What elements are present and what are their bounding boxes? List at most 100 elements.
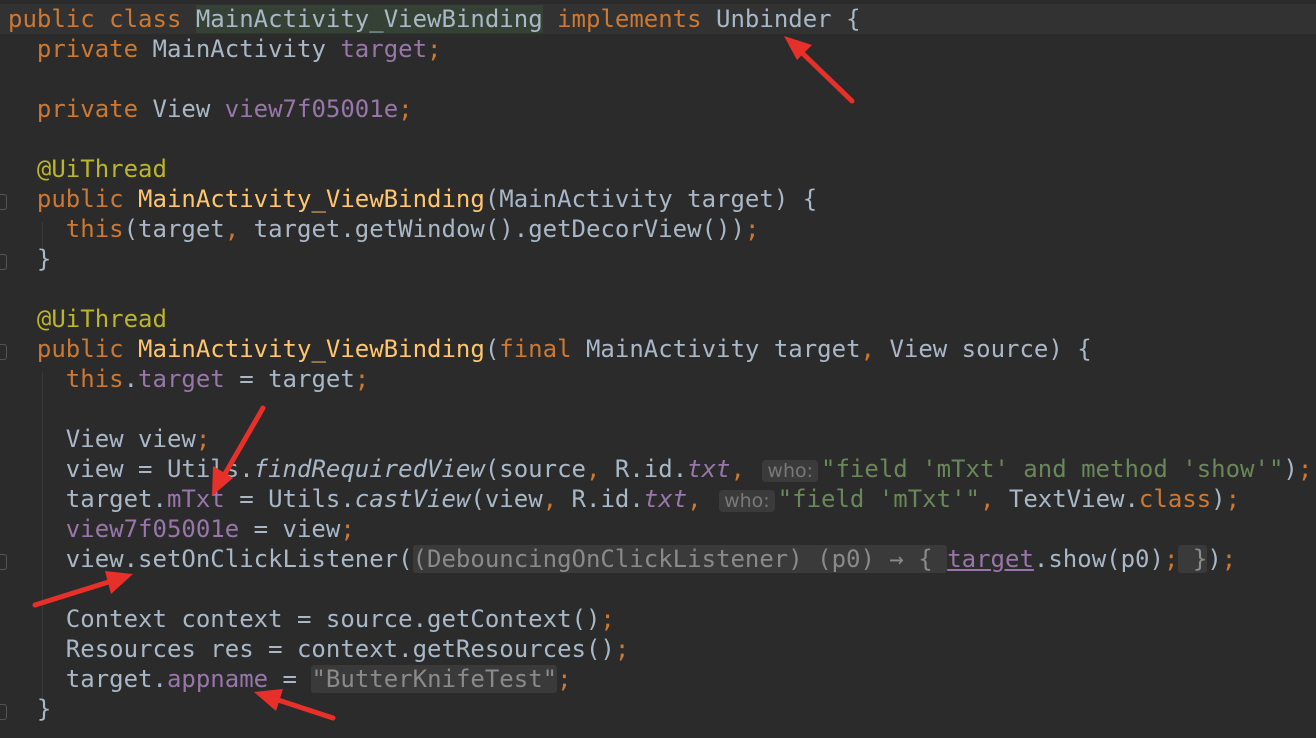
code-token: R.id. (614, 455, 688, 483)
code-token: public (8, 5, 110, 33)
code-line[interactable]: view.setOnClickListener((DebouncingOnCli… (0, 544, 1316, 574)
code-token: View source) { (889, 335, 1092, 363)
code-line-text: target.mTxt = Utils.castView(view, R.id.… (8, 484, 1240, 516)
code-token: txt (687, 455, 731, 483)
code-token: View view (8, 425, 196, 453)
code-token: findRequiredView (253, 455, 485, 483)
code-line[interactable]: view = Utils.findRequiredView(source, R.… (0, 454, 1316, 484)
code-token: ; (398, 95, 413, 123)
code-line[interactable]: private MainActivity target; (0, 34, 1316, 64)
code-line[interactable]: } (0, 694, 1316, 724)
code-token: view7f05001e (65, 515, 240, 543)
code-token: public (8, 185, 139, 213)
code-line-text: view.setOnClickListener((DebouncingOnCli… (8, 544, 1236, 574)
code-token: ; (614, 635, 630, 663)
code-token: target (138, 365, 225, 393)
code-token: = (268, 665, 312, 693)
code-line-text: target.appname = "ButterKnifeTest"; (8, 664, 572, 694)
code-token: "field 'mTxt'" (777, 485, 980, 513)
code-token: target.getWindow().getDecorView()) (253, 215, 745, 243)
code-token: , (979, 485, 1009, 513)
code-line[interactable]: public class MainActivity_ViewBinding im… (0, 4, 1316, 34)
code-line[interactable] (0, 124, 1316, 154)
code-token: this (8, 365, 124, 393)
code-line[interactable]: } (0, 244, 1316, 274)
code-token: (source (484, 455, 586, 483)
code-token: ; (1225, 485, 1241, 513)
code-line[interactable]: private View view7f05001e; (0, 94, 1316, 124)
code-token: appname (166, 665, 269, 693)
code-token: (target (123, 215, 225, 243)
code-line-text: private MainActivity target; (8, 34, 442, 64)
code-token: final (499, 335, 586, 363)
code-line[interactable] (0, 274, 1316, 304)
code-line-text: this(target, target.getWindow().getDecor… (8, 214, 760, 244)
code-token: view = Utils. (8, 455, 254, 483)
code-line[interactable]: @UiThread (0, 154, 1316, 184)
code-line-text: public class MainActivity_ViewBinding im… (8, 4, 861, 34)
code-token: , (224, 215, 254, 243)
code-token: this (8, 215, 124, 243)
code-token: class (1138, 485, 1212, 513)
code-token: (MainActivity target) { (484, 185, 818, 213)
code-line[interactable]: public MainActivity_ViewBinding(final Ma… (0, 334, 1316, 364)
code-line-text: @UiThread (8, 154, 167, 184)
code-line-text: view7f05001e = view; (8, 514, 355, 544)
code-token: ; (557, 665, 572, 693)
code-line[interactable]: View view; (0, 424, 1316, 454)
code-token: } (1178, 545, 1208, 573)
code-token: ; (427, 35, 442, 63)
code-token: @UiThread (8, 155, 167, 183)
code-token: class (109, 5, 196, 33)
code-token: view.setOnClickListener( (8, 545, 413, 573)
code-token: = Utils. (224, 485, 355, 513)
code-token: ; (744, 215, 760, 243)
code-token: ; (195, 425, 211, 453)
code-token: R.id. (571, 485, 644, 513)
code-token: , (585, 455, 615, 483)
code-token: txt (643, 485, 688, 513)
code-editor[interactable]: public class MainActivity_ViewBinding im… (0, 0, 1316, 738)
code-token: ( (484, 335, 500, 363)
code-token: private (8, 95, 153, 123)
code-token: @UiThread (8, 305, 167, 333)
code-token: { (831, 5, 861, 33)
code-line[interactable]: Context context = source.getContext(); (0, 604, 1316, 634)
code-token: target. (8, 665, 167, 693)
code-token: , (730, 455, 760, 483)
code-token: ; (1297, 455, 1313, 483)
code-token: = view (239, 515, 341, 543)
code-line[interactable] (0, 574, 1316, 604)
code-line-text: public MainActivity_ViewBinding(MainActi… (8, 184, 817, 214)
code-line[interactable]: target.appname = "ButterKnifeTest"; (0, 664, 1316, 694)
code-line-text: public MainActivity_ViewBinding(final Ma… (8, 334, 1092, 364)
code-line[interactable]: target.mTxt = Utils.castView(view, R.id.… (0, 484, 1316, 514)
code-token: MainActivity_ViewBinding (138, 335, 485, 363)
code-token: . (123, 365, 139, 393)
code-token: target. (8, 485, 167, 513)
code-token: private (8, 35, 153, 63)
code-line-text: View view; (8, 424, 211, 454)
code-line[interactable]: view7f05001e = view; (0, 514, 1316, 544)
code-line[interactable]: Resources res = context.getResources(); (0, 634, 1316, 664)
code-line[interactable]: this(target, target.getWindow().getDecor… (0, 214, 1316, 244)
parameter-hint: who: (719, 490, 775, 512)
code-token: ; (600, 605, 615, 633)
code-line-text: Resources res = context.getResources(); (8, 634, 630, 664)
code-token: castView (354, 485, 471, 513)
code-token: TextView. (1008, 485, 1139, 513)
code-line-text: view = Utils.findRequiredView(source, R.… (8, 454, 1313, 486)
code-line-text: this.target = target; (8, 364, 369, 394)
code-line[interactable]: @UiThread (0, 304, 1316, 334)
code-line[interactable]: public MainActivity_ViewBinding(MainActi… (0, 184, 1316, 214)
code-token: MainActivity target (585, 335, 861, 363)
code-token: MainActivity_ViewBinding (195, 5, 543, 33)
code-line[interactable] (0, 64, 1316, 94)
code-token: .show(p0) (1033, 545, 1164, 573)
code-line[interactable]: this.target = target; (0, 364, 1316, 394)
code-token: ) (1283, 455, 1298, 483)
code-token: ) (1211, 485, 1226, 513)
code-token: Unbinder (716, 5, 832, 33)
code-line-text: @UiThread (8, 304, 167, 334)
code-line[interactable] (0, 394, 1316, 424)
